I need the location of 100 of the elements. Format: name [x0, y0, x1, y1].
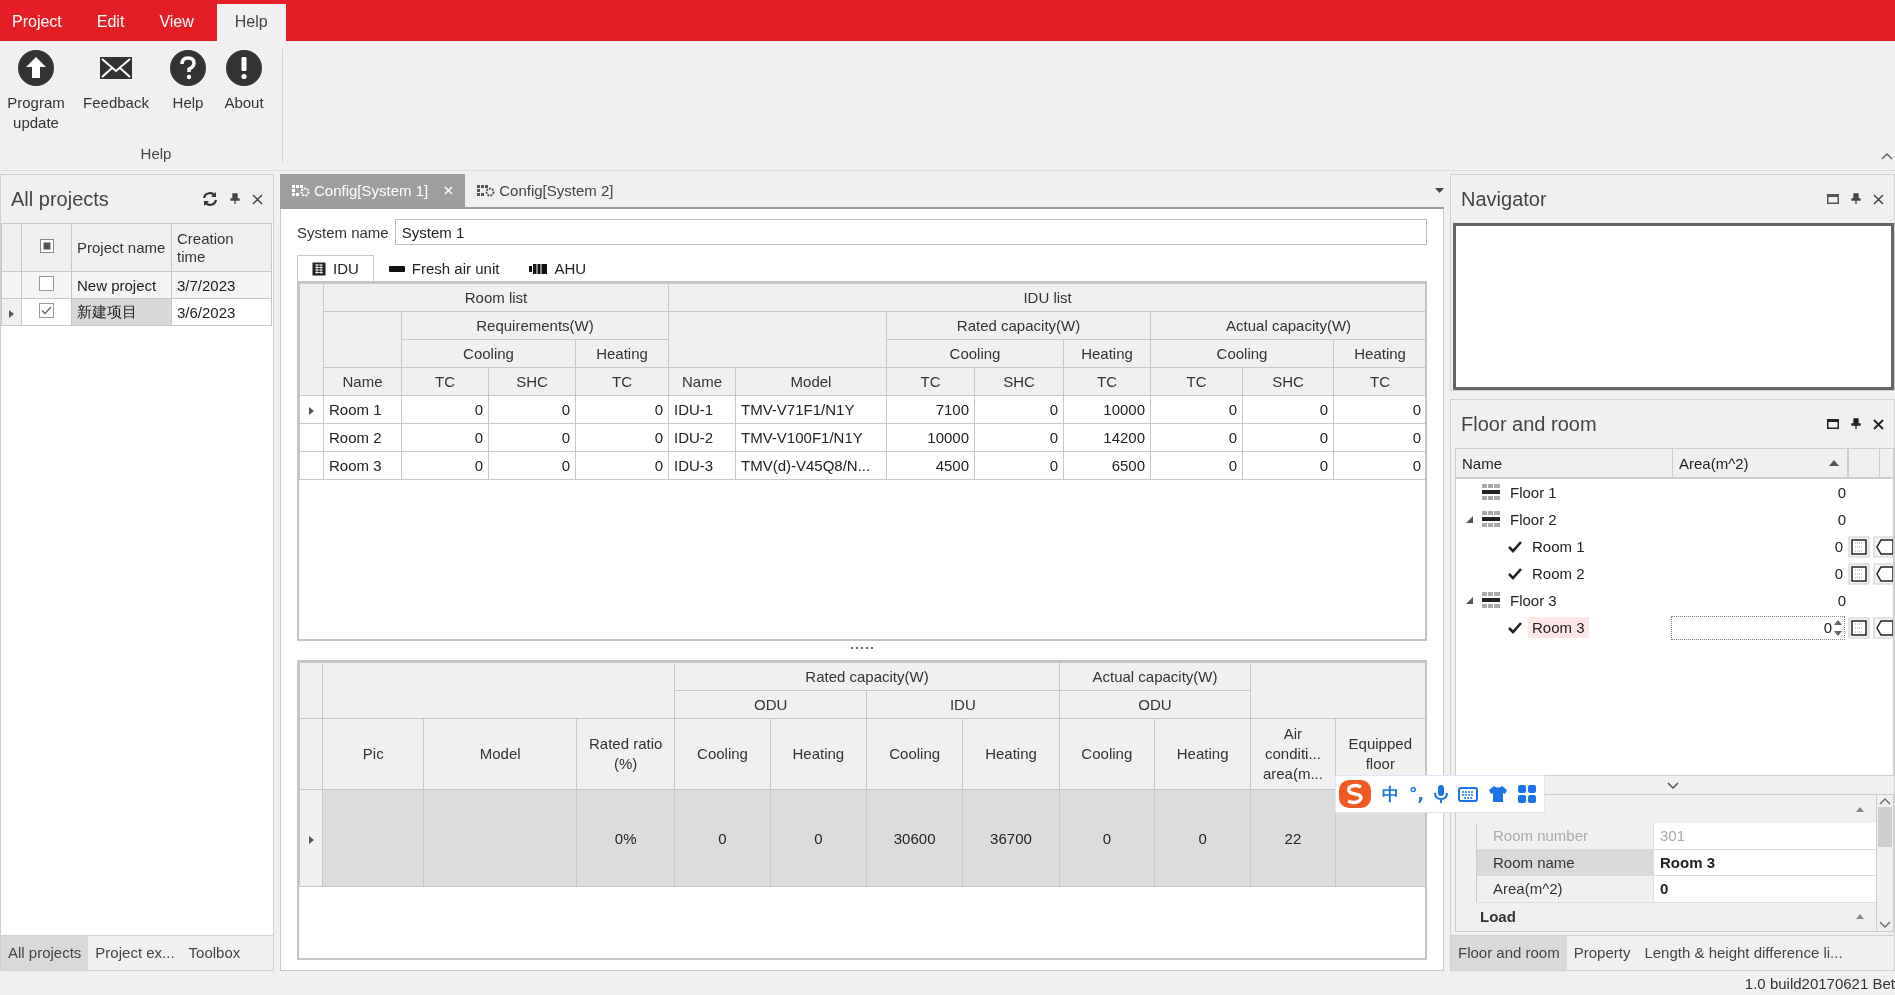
close-icon[interactable] — [1873, 193, 1884, 205]
column-header[interactable]: Cooling — [697, 744, 748, 764]
column-header[interactable]: Model — [479, 744, 521, 764]
column-header[interactable]: TC — [1333, 367, 1425, 396]
menu-item[interactable]: Help — [216, 4, 286, 41]
column-header[interactable]: Cooling — [1081, 744, 1133, 764]
panel-tab[interactable]: Length & height difference li... — [1637, 936, 1850, 970]
column-header[interactable]: Name — [323, 367, 402, 396]
tree-item[interactable]: Floor 3 — [1506, 590, 1561, 611]
program-update-button[interactable]: Program update — [0, 49, 72, 133]
scroll-down-icon[interactable] — [1879, 921, 1891, 929]
shirt-icon[interactable] — [1487, 785, 1508, 803]
checkbox[interactable] — [39, 303, 54, 318]
panel-tab[interactable]: Property — [1566, 936, 1638, 970]
help-button[interactable]: Help — [160, 49, 216, 133]
select-all-checkbox[interactable] — [39, 238, 54, 253]
check-icon[interactable] — [1508, 567, 1522, 580]
document-tab[interactable]: Config[System 2] — [465, 174, 626, 207]
column-header[interactable]: Area(m^2) — [1673, 449, 1849, 477]
check-icon[interactable] — [1508, 621, 1522, 634]
tree-item[interactable]: Room 3 — [1528, 617, 1589, 638]
column-header[interactable]: TC — [886, 367, 975, 396]
close-icon[interactable] — [252, 193, 263, 205]
menu-item[interactable]: Edit — [84, 4, 142, 41]
column-header[interactable]: Cooling — [889, 744, 941, 764]
feedback-button[interactable]: Feedback — [72, 49, 160, 133]
system-name-field[interactable]: System 1 — [394, 219, 1427, 245]
column-header[interactable]: Heating — [1176, 744, 1229, 764]
property-label[interactable]: Room name — [1477, 849, 1653, 876]
apps-icon[interactable] — [1517, 785, 1536, 803]
scrollbar[interactable] — [1876, 795, 1893, 931]
chevron-down-icon[interactable] — [1666, 781, 1679, 789]
panel-title: Navigator — [1461, 187, 1548, 211]
pin-icon[interactable] — [230, 193, 240, 205]
collapse-ribbon-icon[interactable] — [1881, 152, 1893, 160]
checkbox[interactable] — [39, 276, 54, 291]
refresh-icon[interactable] — [202, 191, 218, 207]
maximize-icon[interactable] — [1827, 194, 1839, 204]
unit-tab[interactable]: AHU — [514, 255, 602, 281]
panel-tab[interactable]: All projects — [1, 936, 89, 970]
column-header[interactable]: TC — [401, 367, 489, 396]
about-button[interactable]: About — [216, 49, 272, 133]
column-header[interactable]: TC — [1063, 367, 1151, 396]
close-icon[interactable] — [1873, 418, 1884, 430]
check-icon[interactable] — [1508, 540, 1522, 553]
column-header[interactable]: SHC — [488, 367, 576, 396]
polygon-icon[interactable] — [1873, 616, 1893, 639]
tree-item[interactable]: Room 2 — [1528, 563, 1589, 584]
punctuation-toggle[interactable]: °, — [1409, 784, 1424, 804]
floor-plan-icon[interactable] — [1848, 562, 1870, 585]
column-header[interactable]: Heating — [985, 744, 1037, 764]
unit-tab[interactable]: Fresh air unit — [373, 255, 515, 281]
polygon-icon[interactable] — [1873, 562, 1893, 585]
collapse-icon[interactable] — [1856, 914, 1864, 920]
menu-item[interactable]: Project — [0, 4, 79, 41]
tab-list-dropdown-icon[interactable] — [1435, 188, 1444, 193]
column-header[interactable]: Heating — [792, 744, 845, 764]
group-label: Help — [139, 145, 172, 162]
collapse-icon[interactable] — [1856, 806, 1864, 812]
splitter-grip-icon[interactable] — [851, 647, 873, 650]
input-mode-toggle[interactable]: 中 — [1382, 782, 1399, 806]
column-header[interactable]: Pic — [362, 744, 384, 764]
column-header[interactable]: SHC — [974, 367, 1064, 396]
column-header[interactable]: Name — [668, 367, 736, 396]
panel-tab[interactable]: Toolbox — [181, 936, 248, 970]
table-cell: 0 — [1154, 789, 1251, 887]
column-header[interactable]: Project name — [71, 223, 172, 272]
column-header[interactable]: Creation time — [171, 223, 272, 272]
scrollbar-thumb[interactable] — [1878, 807, 1892, 847]
menu-item[interactable]: View — [147, 4, 211, 41]
table-cell: 3/6/2023 — [171, 298, 272, 326]
microphone-icon[interactable] — [1433, 784, 1448, 804]
expander-icon[interactable] — [1466, 597, 1473, 604]
column-header[interactable]: Name — [1456, 449, 1673, 477]
floor-plan-icon[interactable] — [1848, 616, 1870, 639]
input-method-logo-icon[interactable] — [1338, 779, 1372, 809]
tree-item[interactable]: Floor 2 — [1506, 509, 1561, 530]
property-value[interactable]: 0 — [1653, 876, 1876, 902]
tree-item[interactable]: Room 1 — [1528, 536, 1589, 557]
panel-tab[interactable]: Project ex... — [88, 936, 182, 970]
property-value[interactable]: Room 3 — [1653, 849, 1876, 876]
maximize-icon[interactable] — [1827, 419, 1839, 429]
polygon-icon[interactable] — [1873, 535, 1893, 558]
column-header[interactable]: TC — [575, 367, 669, 396]
column-header[interactable]: SHC — [1242, 367, 1334, 396]
table-cell: 0 — [1333, 395, 1425, 424]
scroll-up-icon[interactable] — [1879, 797, 1891, 805]
tree-item[interactable]: Floor 1 — [1506, 482, 1561, 503]
table-cell: 0 — [974, 423, 1064, 452]
panel-tab[interactable]: Floor and room — [1451, 936, 1567, 970]
pin-icon[interactable] — [1851, 193, 1861, 205]
category-header[interactable]: Load — [1480, 908, 1516, 926]
expander-icon[interactable] — [1466, 516, 1473, 523]
column-header[interactable]: TC — [1150, 367, 1243, 396]
unit-tab[interactable]: IDU — [297, 255, 374, 281]
pin-icon[interactable] — [1851, 418, 1861, 430]
sort-arrow-icon[interactable] — [1829, 460, 1839, 466]
keyboard-icon[interactable] — [1457, 786, 1478, 802]
column-header[interactable]: Model — [735, 367, 887, 396]
floor-plan-icon[interactable] — [1848, 535, 1870, 558]
